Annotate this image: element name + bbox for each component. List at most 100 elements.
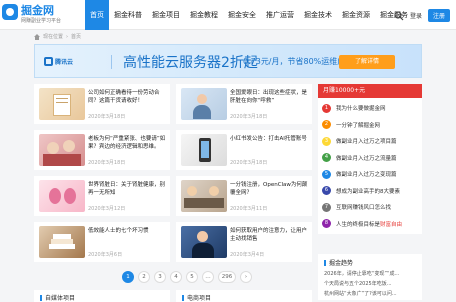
ranking-label[interactable]: 做副业月入过万之流量篇: [336, 154, 397, 162]
section-ecommerce: 电商项目: [176, 290, 312, 302]
page-button[interactable]: 3: [154, 271, 166, 283]
article-title[interactable]: 老板为何“严重紧张、也要请”如果？宾边的经济逻辑和思维。: [88, 135, 166, 151]
register-button[interactable]: 注册: [427, 9, 450, 22]
section-title[interactable]: 电商项目: [187, 295, 211, 302]
article-thumbnail[interactable]: [39, 88, 85, 120]
ranking-label[interactable]: 一分钟了解掘金网: [336, 121, 380, 129]
page-button[interactable]: 2: [138, 271, 150, 283]
nav-item[interactable]: 掘金教程: [185, 0, 223, 30]
section-bar: [182, 295, 184, 301]
article-card[interactable]: 低效能人士的七个坏习惯 2020年3月6日: [34, 222, 170, 262]
article-date: 2020年3月18日: [230, 114, 268, 120]
ranking-item[interactable]: 6 想成为副业高手的8大要素: [322, 183, 418, 200]
article-title[interactable]: 全国爱眼日：出现这些症状，是肝脏在向你“呼救”: [230, 89, 308, 105]
nav-item[interactable]: 掘金安全: [223, 0, 261, 30]
banner-price: 0.73元/月，节省80%运维成本: [243, 57, 354, 66]
nav-right: 登录 注册: [394, 9, 450, 22]
article-date: 2020年3月11日: [230, 206, 268, 212]
ranking-item[interactable]: 2 一分钟了解掘金网: [322, 117, 418, 134]
article-thumbnail[interactable]: [39, 180, 85, 212]
banner-cta-button[interactable]: 了解详情: [339, 55, 395, 69]
main-nav: 首页 掘金科普 掘金项目 掘金教程 掘金安全 推广运营 掘金技术 掘金资源 掘金服务: [85, 0, 413, 30]
rank-number: 7: [322, 202, 331, 212]
page-button[interactable]: 1: [122, 271, 134, 283]
ad-banner[interactable]: 腾讯云 高性能云服务器2折起 0.73元/月，节省80%运维成本 了解详情: [34, 44, 422, 78]
page-button[interactable]: 296: [218, 271, 236, 283]
trend-item[interactable]: 个天局说与五个2025年吃饭...: [318, 277, 422, 287]
top-navbar: 掘金网 网赚副业学习平台 首页 掘金科普 掘金项目 掘金教程 掘金安全 推广运营 掘金技术掘…: [0, 0, 456, 30]
section-bar: [40, 295, 42, 301]
article-title[interactable]: 如何获取用户的注意力，让用户主动找销售: [230, 227, 308, 243]
article-card[interactable]: 一分钱注册，OpenClaw为何颠覆全网？ 2020年3月11日: [176, 176, 312, 216]
ranking-item[interactable]: 8 人生的终极目标是 财富自由: [322, 216, 418, 233]
article-thumbnail[interactable]: [39, 226, 85, 258]
rank-number: 5: [322, 169, 331, 179]
article-date: 2020年3月12日: [88, 206, 126, 212]
breadcrumb-sep: ›: [66, 33, 69, 40]
article-card[interactable]: 全国爱眼日：出现这些症状，是肝脏在向你“呼救” 2020年3月18日: [176, 84, 312, 124]
nav-item[interactable]: 首页: [85, 0, 109, 30]
rank-number: 3: [322, 136, 331, 146]
site-name: 掘金网: [21, 4, 54, 17]
article-card[interactable]: 世界肾脏日：关于肾脏健康，别再一无所知 2020年3月12日: [34, 176, 170, 216]
article-title[interactable]: 世界肾脏日：关于肾脏健康，别再一无所知: [88, 181, 166, 197]
page-button[interactable]: 4: [170, 271, 182, 283]
breadcrumb-label: 现在位置: [43, 34, 64, 40]
site-logo[interactable]: 掘金网 网赚副业学习平台: [2, 3, 72, 27]
ranking-item[interactable]: 1 我为什么要做掘金网: [322, 100, 418, 117]
article-card[interactable]: 老板为何“严重紧张、也要请”如果？宾边的经济逻辑和思维。 2020年3月18日: [34, 130, 170, 170]
sidebar-ranking: 月赚10000+元 1 我为什么要做掘金网 2 一分钟了解掘金网 3 做副业月入过万之项目…: [318, 84, 422, 234]
page-button[interactable]: 5: [186, 271, 198, 283]
article-thumbnail[interactable]: [39, 134, 85, 166]
ranking-item[interactable]: 4 做副业月入过万之流量篇: [322, 150, 418, 167]
trend-item[interactable]: 杭州网站“大象广”了?该可以问...: [318, 287, 422, 297]
search-icon[interactable]: [394, 10, 404, 21]
banner-divider: [111, 55, 112, 69]
article-card[interactable]: 小红书发公告：打击AI托管账号 2020年3月18日: [176, 130, 312, 170]
rank-number: 4: [322, 153, 331, 163]
rank-number: 2: [322, 120, 331, 130]
ranking-label[interactable]: 我为什么要做掘金网: [336, 104, 386, 112]
ranking-item[interactable]: 7 互联网赚钱风口怎么找: [322, 199, 418, 216]
article-date: 2020年3月18日: [88, 114, 126, 120]
trend-item[interactable]: 2026年，请停止靠吃“变现”“成...: [318, 267, 422, 277]
breadcrumb-home[interactable]: 首页: [71, 33, 81, 40]
ranking-label[interactable]: 做副业月入过万之项目篇: [336, 137, 397, 145]
article-title[interactable]: 公司如何正确看待一份劳动合同？这篇干货请收好！: [88, 89, 166, 105]
rank-number: 8: [322, 219, 331, 229]
ranking-item[interactable]: 3 做副业月入过万之项目篇: [322, 133, 418, 150]
article-title[interactable]: 低效能人士的七个坏习惯: [88, 227, 166, 235]
sidebar-list: 1 我为什么要做掘金网 2 一分钟了解掘金网 3 做副业月入过万之项目篇 4 做副业月入过万之…: [318, 98, 422, 234]
article-title[interactable]: 小红书发公告：打击AI托管账号: [230, 135, 308, 143]
article-thumbnail[interactable]: [181, 134, 227, 166]
section-title[interactable]: 自媒体项目: [45, 295, 75, 302]
login-link[interactable]: 登录: [410, 11, 422, 20]
next-page-button[interactable]: ›: [240, 271, 252, 283]
nav-item[interactable]: 掘金资源: [337, 0, 375, 30]
article-thumbnail[interactable]: [181, 226, 227, 258]
article-date: 2020年3月6日: [88, 252, 123, 258]
article-card[interactable]: 如何获取用户的注意力，让用户主动找销售 2020年3月4日: [176, 222, 312, 262]
article-thumbnail[interactable]: [181, 88, 227, 120]
cloud-logo-icon: [44, 57, 53, 66]
article-date: 2020年3月18日: [88, 160, 126, 166]
ranking-label[interactable]: 想成为副业高手的8大要素: [336, 187, 400, 195]
nav-item[interactable]: 掘金项目: [147, 0, 185, 30]
ranking-item[interactable]: 5 做副业月入过万之变现篇: [322, 166, 418, 183]
article-card[interactable]: 公司如何正确看待一份劳动合同？这篇干货请收好！ 2020年3月18日: [34, 84, 170, 124]
logo-icon: [2, 4, 18, 20]
rank-number: 6: [322, 186, 331, 196]
nav-item[interactable]: 掘金科普: [109, 0, 147, 30]
ranking-label[interactable]: 人生的终极目标是: [336, 220, 380, 228]
nav-item[interactable]: 推广运营: [261, 0, 299, 30]
banner-headline: 高性能云服务器2折起: [123, 55, 258, 71]
article-date: 2020年3月4日: [230, 252, 265, 258]
sidebar-trends: 掘金趋势 2026年，请停止靠吃“变现”“成... 个天局说与五个2025年吃饭.…: [318, 254, 422, 300]
article-title[interactable]: 一分钱注册，OpenClaw为何颠覆全网？: [230, 181, 308, 197]
ranking-label[interactable]: 互联网赚钱风口怎么找: [336, 203, 391, 211]
trends-list: 2026年，请停止靠吃“变现”“成... 个天局说与五个2025年吃饭... 杭州网…: [318, 267, 422, 297]
rank-number: 1: [322, 103, 331, 113]
article-thumbnail[interactable]: [181, 180, 227, 212]
nav-item[interactable]: 掘金技术: [299, 0, 337, 30]
ranking-label[interactable]: 做副业月入过万之变现篇: [336, 170, 397, 178]
